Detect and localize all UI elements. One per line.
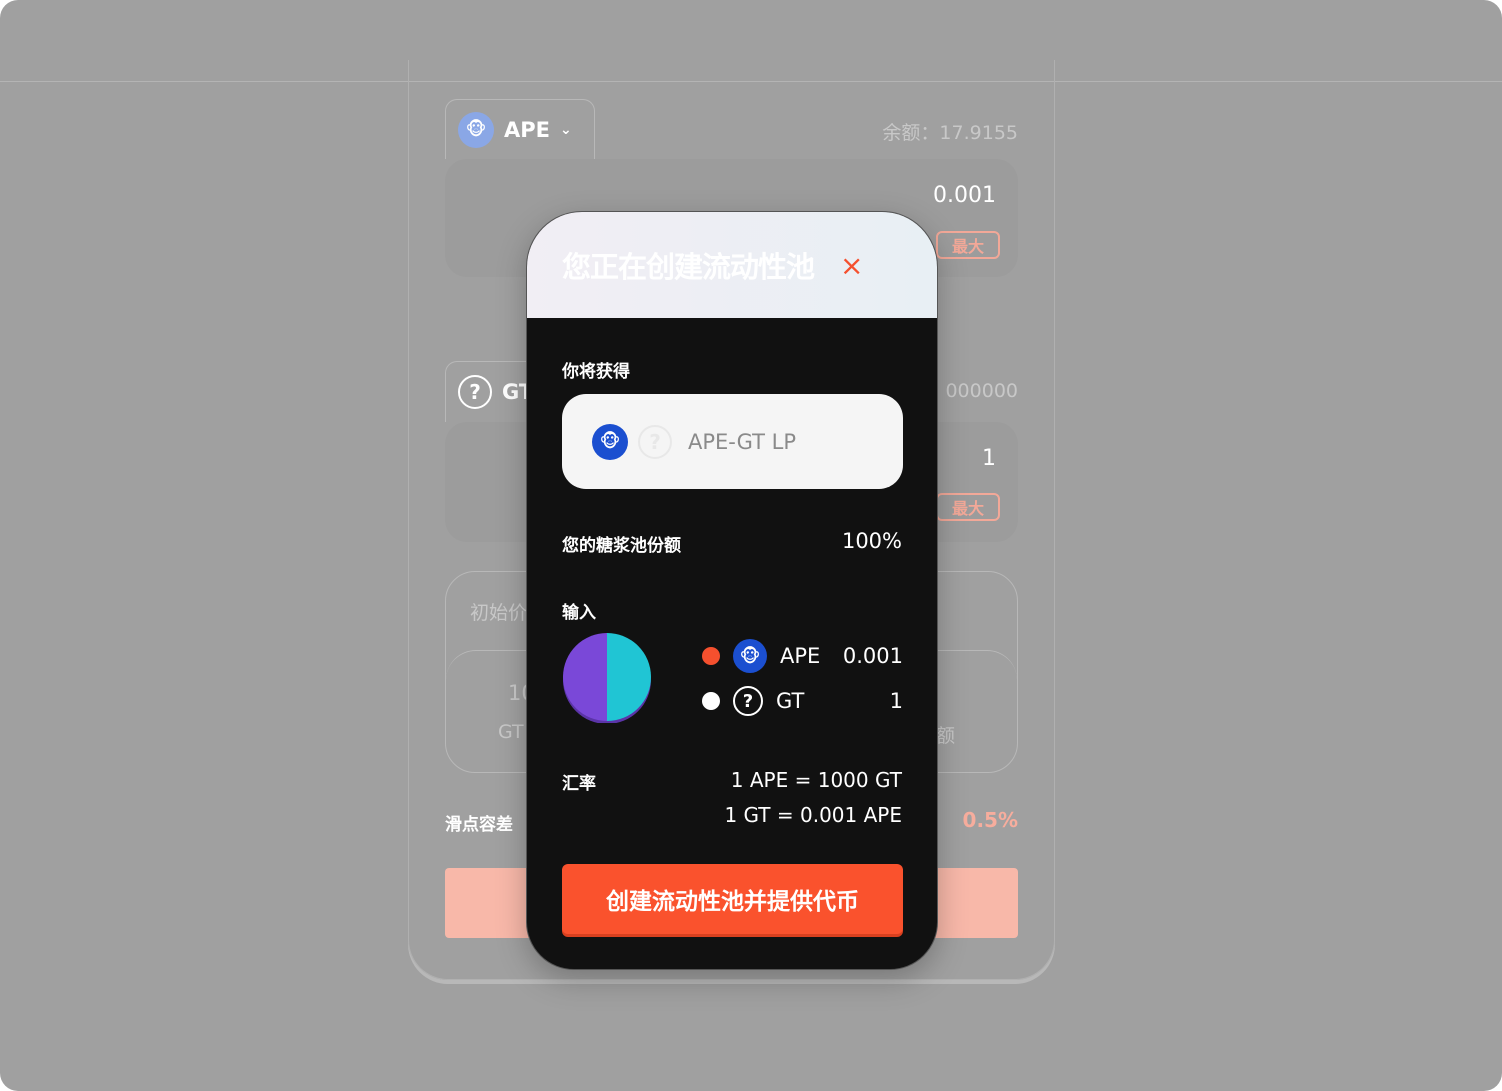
create-pool-button[interactable]: 创建流动性池并提供代币	[562, 864, 903, 934]
ape-token-icon: 🐵	[592, 423, 628, 460]
receive-label: 你将获得	[562, 362, 630, 382]
modal-title: 您正在创建流动性池	[562, 250, 815, 284]
input-symbol: GT	[776, 689, 805, 713]
token-a-amount: 0.001	[933, 183, 996, 208]
input-row-gt: ? GT 1	[702, 686, 903, 716]
lp-token-name: APE-GT LP	[688, 429, 797, 454]
slippage-label: 滑点容差	[445, 815, 513, 835]
lp-token-box: 🐵 ? APE-GT LP	[562, 394, 903, 489]
pool-share-label: 您的糖浆池份额	[562, 536, 681, 556]
chevron-down-icon: ⌄	[560, 121, 572, 138]
pool-share-value: 100%	[841, 529, 902, 553]
rate-ape-gt: 1 APE = 1000 GT	[730, 768, 902, 792]
share-label: 额	[936, 725, 956, 747]
token-a-balance: 余额：17.9155	[882, 122, 1018, 144]
rate-label: 汇率	[562, 774, 596, 794]
token-b-amount: 1	[982, 446, 996, 471]
token-b-balance: 000000	[945, 380, 1018, 402]
pie-slice-ape	[607, 633, 651, 721]
token-b-max-button[interactable]: 最大	[936, 493, 1000, 521]
slippage-value[interactable]: 0.5%	[963, 808, 1018, 832]
input-row-ape: 🐵 APE 0.001	[702, 639, 903, 673]
input-amount: 0.001	[842, 644, 903, 668]
pie-slice-gt	[563, 633, 607, 721]
input-amount: 1	[889, 689, 903, 713]
token-a-selector[interactable]: 🐵 APE ⌄	[445, 99, 595, 159]
ape-token-icon: 🐵	[458, 111, 494, 148]
close-icon[interactable]: ×	[840, 249, 863, 282]
gt-legend-dot	[702, 692, 720, 710]
rate-gt-ape: 1 GT = 0.001 APE	[724, 803, 902, 827]
price-label: 初始价	[470, 602, 528, 624]
screen: 🐵 APE ⌄ 余额：17.9155 0.001 最大 ? GT 000000 …	[0, 0, 1502, 1091]
unknown-token-icon: ?	[638, 424, 672, 459]
unknown-token-icon: ?	[733, 686, 763, 716]
token-a-max-button[interactable]: 最大	[936, 231, 1000, 259]
create-pool-modal: 您正在创建流动性池 × 你将获得 🐵 ? APE-GT LP 您的糖浆池份额 1…	[526, 211, 938, 970]
ape-legend-dot	[702, 647, 720, 665]
token-a-symbol: APE	[504, 117, 550, 142]
input-label: 输入	[562, 603, 596, 623]
input-symbol: APE	[780, 644, 821, 668]
price-unit: GT	[498, 721, 524, 743]
modal-header: 您正在创建流动性池 ×	[527, 212, 937, 318]
unknown-token-icon: ?	[458, 375, 492, 409]
ape-token-icon: 🐵	[733, 639, 767, 673]
input-pie-chart	[563, 633, 651, 723]
